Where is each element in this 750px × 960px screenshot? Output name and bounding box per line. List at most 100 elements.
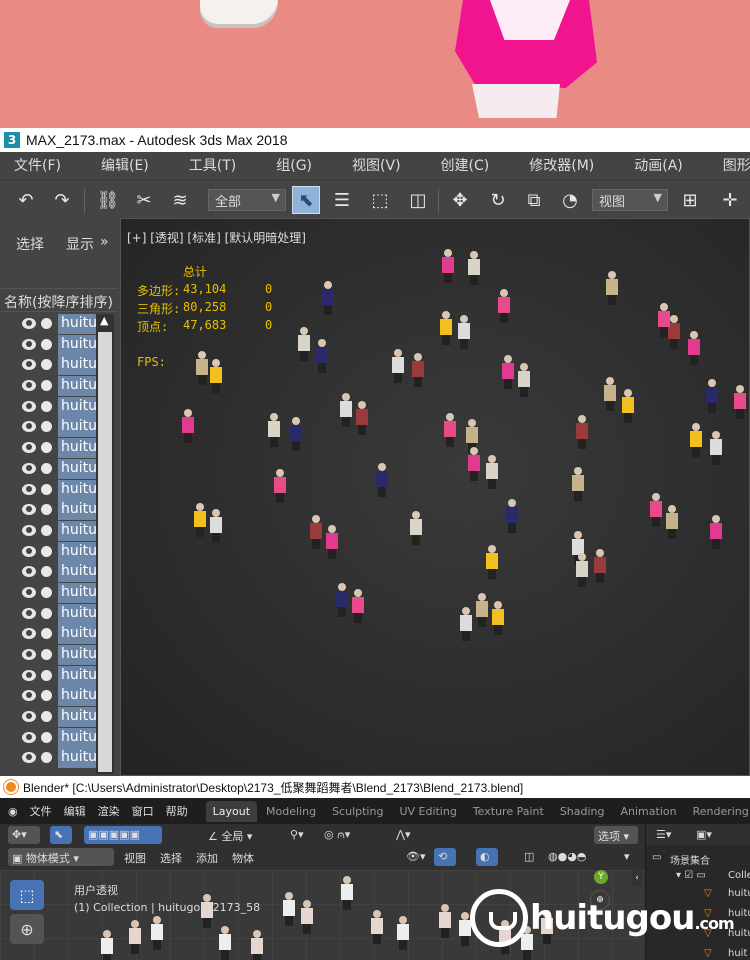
visibility-eye-icon[interactable]: [22, 628, 36, 640]
link-icon[interactable]: ⛓: [94, 186, 122, 214]
dancer-model[interactable]: [540, 910, 554, 944]
zoom-icon[interactable]: ⊕: [590, 890, 610, 910]
scene-list-scrollbar[interactable]: ▲: [96, 314, 114, 774]
scene-object-row[interactable]: huitu: [0, 686, 96, 707]
pivot-center-icon[interactable]: ⊞: [676, 186, 704, 214]
freeze-dot-icon[interactable]: [41, 628, 52, 640]
menu-graph-editors[interactable]: 图形编辑器: [723, 155, 750, 175]
dancer-model[interactable]: [391, 349, 405, 383]
visibility-eye-icon[interactable]: [22, 649, 36, 660]
move-icon[interactable]: ✥: [446, 186, 474, 214]
menu-view[interactable]: 视图: [120, 848, 150, 866]
dancer-model[interactable]: [300, 900, 314, 934]
select-object-icon[interactable]: ⬉: [292, 186, 320, 214]
dancer-model[interactable]: [273, 469, 287, 503]
dancer-model[interactable]: [335, 583, 349, 617]
freeze-dot-icon[interactable]: [41, 504, 52, 516]
freeze-dot-icon[interactable]: [41, 524, 52, 536]
visibility-eye-icon[interactable]: [22, 524, 36, 536]
visibility-eye-icon[interactable]: [22, 504, 36, 516]
dancer-model[interactable]: [467, 447, 481, 481]
expand-icon[interactable]: ▾ ☑ ▭: [676, 870, 706, 881]
scene-object-row[interactable]: huitu: [0, 541, 96, 563]
dancer-model[interactable]: [309, 515, 323, 549]
scene-object-row[interactable]: huitu: [0, 665, 96, 687]
falloff-icon[interactable]: ⋀▾: [392, 826, 424, 844]
dancer-model[interactable]: [575, 415, 589, 449]
options-dropdown[interactable]: 选项 ▾: [594, 826, 638, 844]
rectangular-selection-icon[interactable]: ⬚: [366, 186, 394, 214]
tab-uv-editing[interactable]: UV Editing: [392, 801, 463, 822]
dancer-model[interactable]: [603, 377, 617, 411]
menu-animation[interactable]: 动画(A): [634, 155, 683, 175]
scene-object-row[interactable]: huitu: [0, 479, 96, 501]
place-icon[interactable]: ◔: [556, 186, 584, 214]
menu-tools[interactable]: 工具(T): [189, 155, 236, 175]
menu-render[interactable]: 渲染: [98, 803, 120, 819]
dancer-model[interactable]: [150, 916, 164, 950]
freeze-dot-icon[interactable]: [41, 731, 52, 743]
freeze-dot-icon[interactable]: [41, 421, 52, 433]
dancer-model[interactable]: [370, 910, 384, 944]
dancer-model[interactable]: [396, 916, 410, 950]
dancer-model[interactable]: [689, 423, 703, 457]
dancer-model[interactable]: [128, 920, 142, 954]
dancer-model[interactable]: [193, 503, 207, 537]
dancer-model[interactable]: [409, 511, 423, 545]
dancer-model[interactable]: [195, 351, 209, 385]
visibility-eye-icon[interactable]: [22, 442, 36, 454]
outliner-item[interactable]: huit: [728, 948, 747, 959]
freeze-dot-icon[interactable]: [41, 380, 52, 392]
scene-object-row[interactable]: huitu: [0, 624, 96, 645]
reference-coordinate-dropdown[interactable]: 视图 ▼: [592, 189, 668, 211]
visibility-eye-icon[interactable]: [22, 338, 36, 350]
dancer-model[interactable]: [665, 505, 679, 539]
overlay-icon[interactable]: ◐: [476, 848, 498, 866]
dancer-model[interactable]: [520, 926, 534, 960]
scroll-up-icon[interactable]: ▲: [100, 314, 108, 327]
dancer-model[interactable]: [458, 912, 472, 946]
tab-texture-paint[interactable]: Texture Paint: [466, 801, 551, 822]
dancer-model[interactable]: [282, 892, 296, 926]
visibility-eye-icon[interactable]: [22, 421, 36, 433]
column-header-name[interactable]: 名称(按降序排序): [0, 288, 118, 312]
visibility-eye-icon[interactable]: [22, 400, 36, 412]
dancer-model[interactable]: [100, 930, 114, 960]
scene-object-row[interactable]: huitu: [0, 396, 96, 418]
viewport-label[interactable]: [+] [透视] [标准] [默认明暗处理]: [127, 229, 306, 246]
scene-object-row[interactable]: huitu: [0, 582, 96, 604]
menu-help[interactable]: 帮助: [166, 803, 188, 819]
visibility-eye-icon[interactable]: [22, 731, 36, 743]
select-manipulate-icon[interactable]: ✛: [716, 186, 744, 214]
undo-icon[interactable]: ↶: [12, 186, 40, 214]
dancer-model[interactable]: [498, 920, 512, 954]
tab-shading[interactable]: Shading: [553, 801, 612, 822]
dancer-model[interactable]: [517, 363, 531, 397]
tab-select[interactable]: 选择: [16, 234, 44, 254]
dancer-model[interactable]: [351, 589, 365, 623]
rotate-icon[interactable]: ↻: [484, 186, 512, 214]
outliner-item[interactable]: huitu: [728, 888, 750, 899]
scene-object-row[interactable]: huitu: [0, 314, 96, 335]
dancer-model[interactable]: [250, 930, 264, 960]
dancer-model[interactable]: [593, 549, 607, 583]
scene-object-row[interactable]: huitu: [0, 417, 96, 438]
dancer-model[interactable]: [497, 289, 511, 323]
scene-collection-label[interactable]: 场景集合: [670, 852, 710, 867]
dancer-model[interactable]: [687, 331, 701, 365]
dancer-model[interactable]: [439, 311, 453, 345]
chevron-down-icon[interactable]: ▾: [620, 848, 634, 866]
dancer-model[interactable]: [505, 499, 519, 533]
unlink-icon[interactable]: ✂: [130, 186, 158, 214]
dancer-model[interactable]: [459, 607, 473, 641]
scene-object-row[interactable]: huitu: [0, 748, 96, 769]
scene-object-row[interactable]: huitu: [0, 562, 96, 583]
menu-select[interactable]: 选择: [156, 848, 186, 866]
dancer-model[interactable]: [315, 339, 329, 373]
menu-file[interactable]: 文件(F): [14, 155, 61, 175]
scene-object-row[interactable]: huitu: [0, 334, 96, 356]
scene-object-row[interactable]: huitu: [0, 438, 96, 459]
dancer-model[interactable]: [209, 509, 223, 543]
dancer-model[interactable]: [438, 904, 452, 938]
freeze-dot-icon[interactable]: [41, 359, 52, 371]
